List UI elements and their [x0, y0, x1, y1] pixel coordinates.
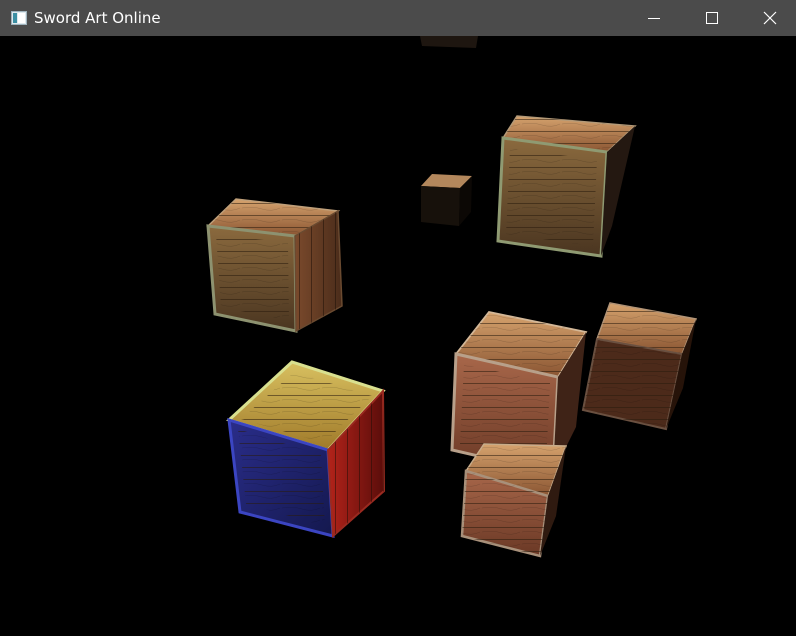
crate-right-back [581, 302, 698, 431]
close-button[interactable] [741, 0, 796, 36]
maximize-icon [706, 12, 718, 24]
game-window: Sword Art Online [0, 0, 796, 636]
title-bar[interactable]: Sword Art Online [0, 0, 796, 36]
crate-far-top [420, 36, 478, 48]
crate-front-colored [226, 360, 386, 539]
scene-canvas [206, 36, 698, 558]
window-app-icon [11, 10, 27, 25]
close-icon [763, 11, 777, 25]
window-title: Sword Art Online [34, 9, 161, 27]
crate-small-far [421, 174, 472, 226]
game-viewport[interactable] [0, 36, 796, 636]
crate-center-small [460, 443, 568, 558]
minimize-button[interactable] [625, 0, 683, 36]
minimize-icon [648, 18, 660, 19]
maximize-button[interactable] [683, 0, 741, 36]
crate-left-middle [206, 198, 343, 333]
crate-top-right [496, 115, 637, 258]
